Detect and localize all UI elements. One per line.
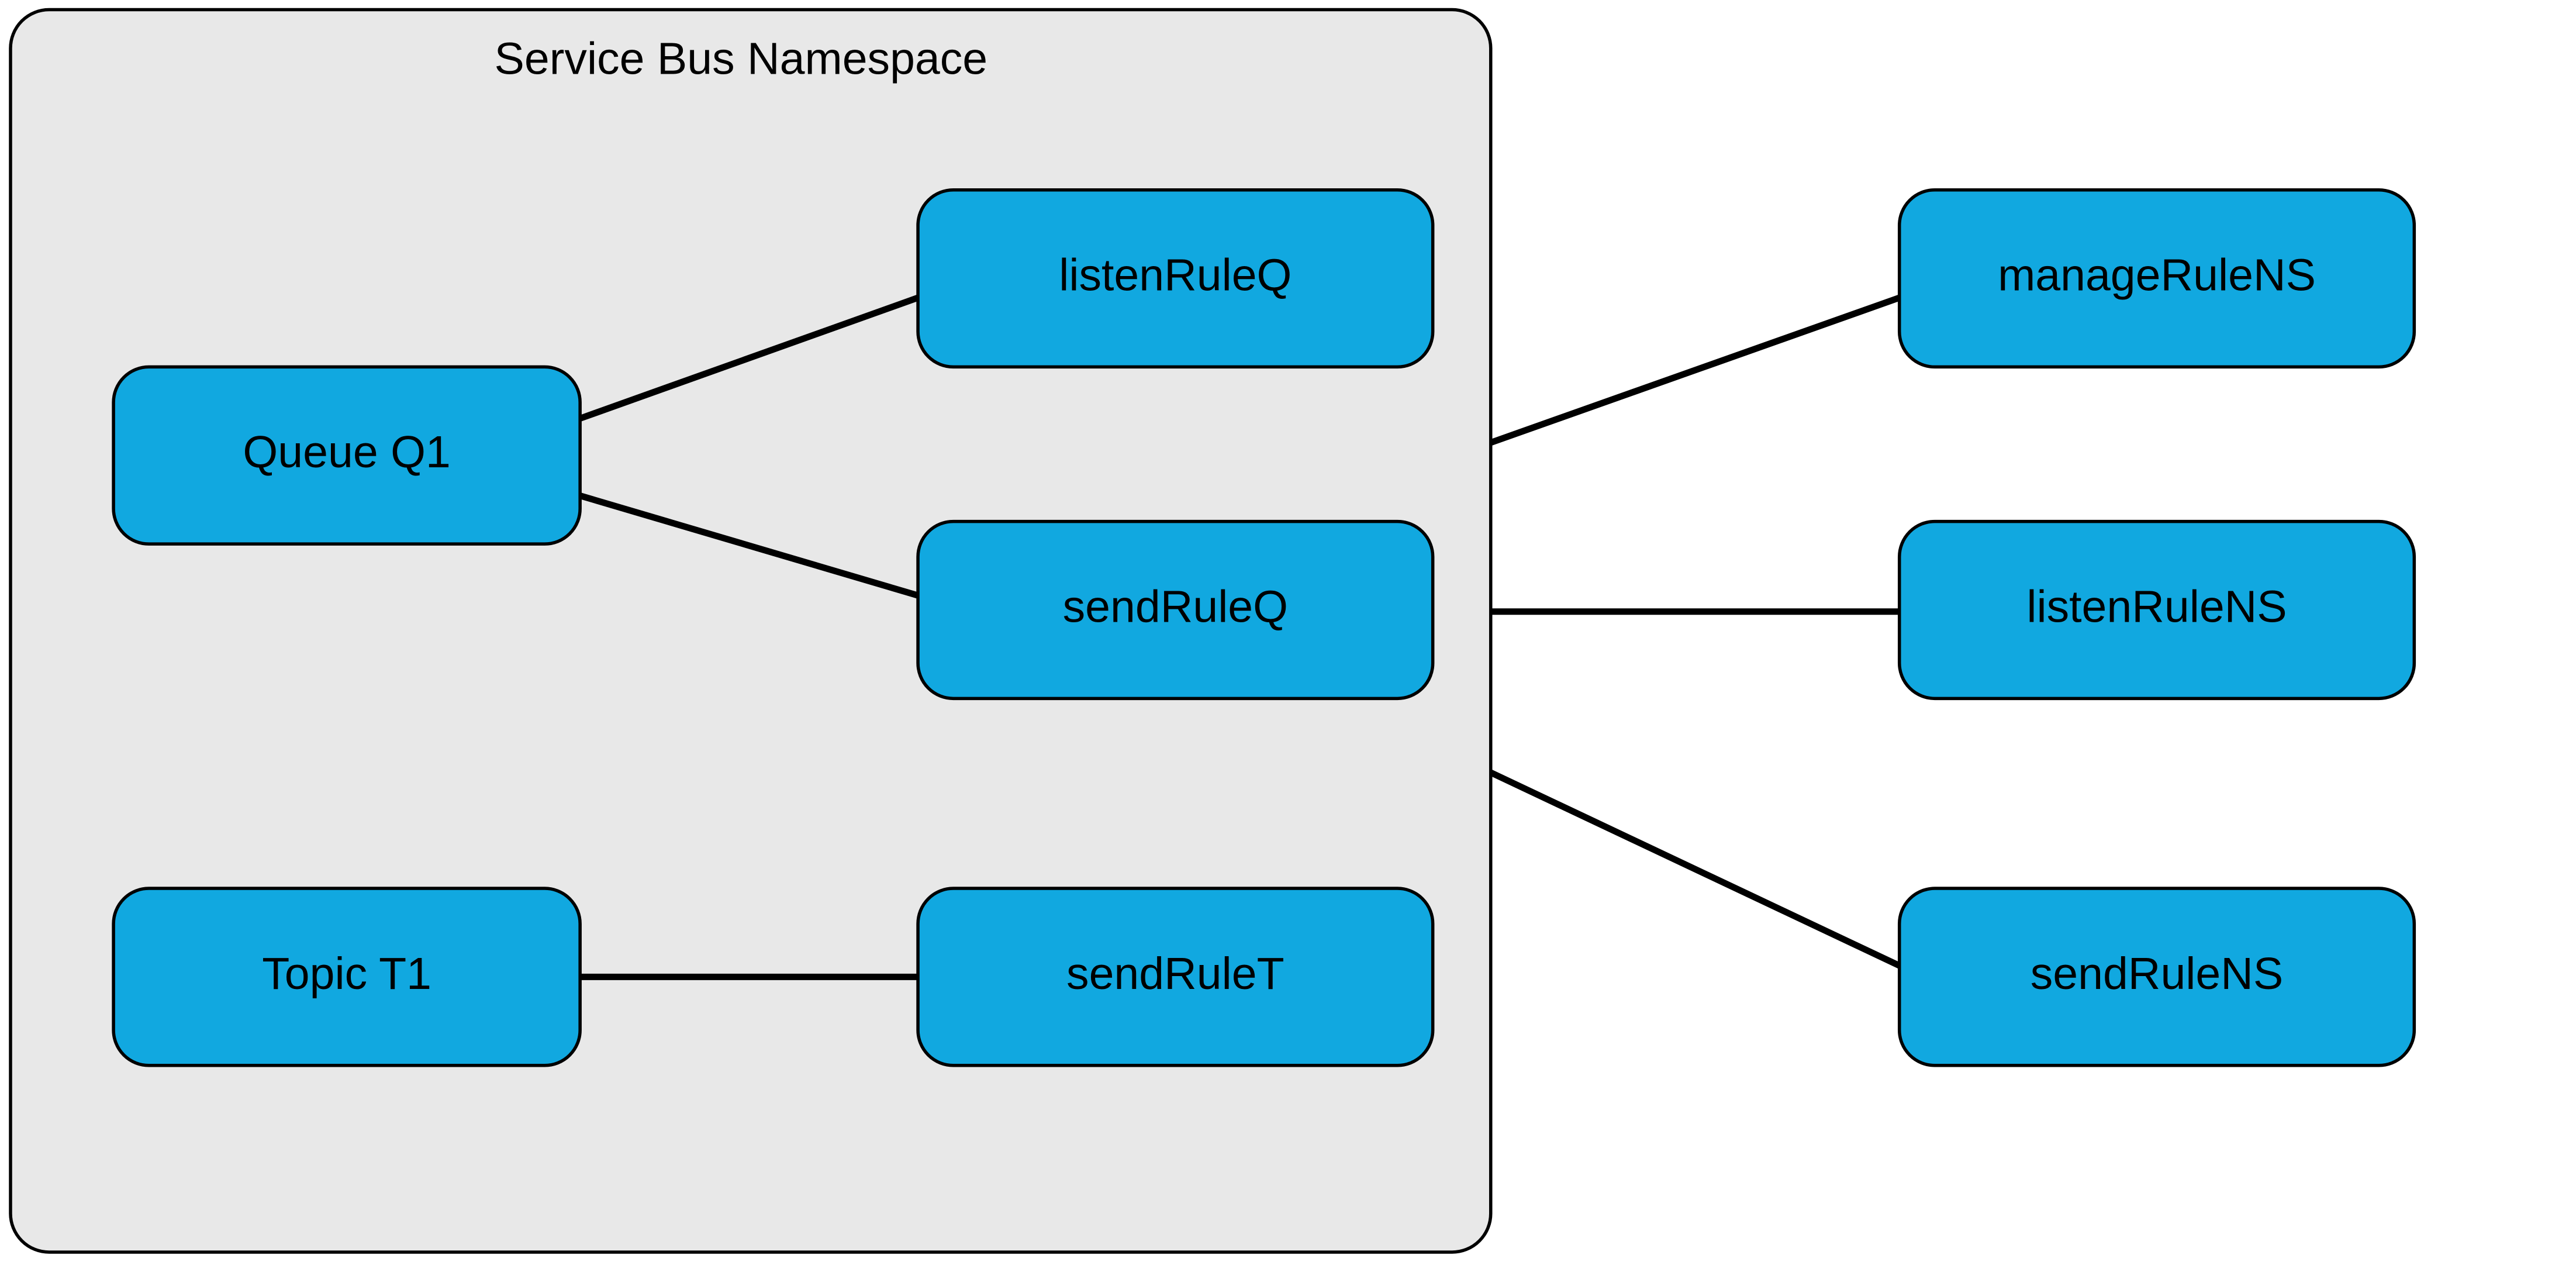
edge-namespace-manageRuleNS [1491, 298, 1900, 443]
node-label-sendRuleT: sendRuleT [1066, 949, 1284, 999]
edge-namespace-sendRuleNS [1491, 773, 1900, 966]
node-listenRuleQ: listenRuleQ [918, 190, 1433, 367]
node-label-sendRuleQ: sendRuleQ [1063, 581, 1288, 632]
node-label-listenRuleQ: listenRuleQ [1059, 250, 1292, 300]
node-label-manageRuleNS: manageRuleNS [1998, 250, 2316, 300]
node-label-topic: Topic T1 [262, 949, 431, 999]
node-listenRuleNS: listenRuleNS [1900, 522, 2415, 699]
node-label-queue: Queue Q1 [243, 427, 451, 477]
node-label-sendRuleNS: sendRuleNS [2031, 949, 2284, 999]
node-topic: Topic T1 [113, 888, 580, 1066]
namespace-title: Service Bus Namespace [495, 34, 988, 84]
node-sendRuleNS: sendRuleNS [1900, 888, 2415, 1066]
service-bus-diagram: Service Bus Namespace Queue Q1 listenRule… [0, 0, 2576, 1265]
node-sendRuleT: sendRuleT [918, 888, 1433, 1066]
node-queue: Queue Q1 [113, 367, 580, 544]
node-label-listenRuleNS: listenRuleNS [2026, 581, 2287, 632]
node-manageRuleNS: manageRuleNS [1900, 190, 2415, 367]
node-sendRuleQ: sendRuleQ [918, 522, 1433, 699]
